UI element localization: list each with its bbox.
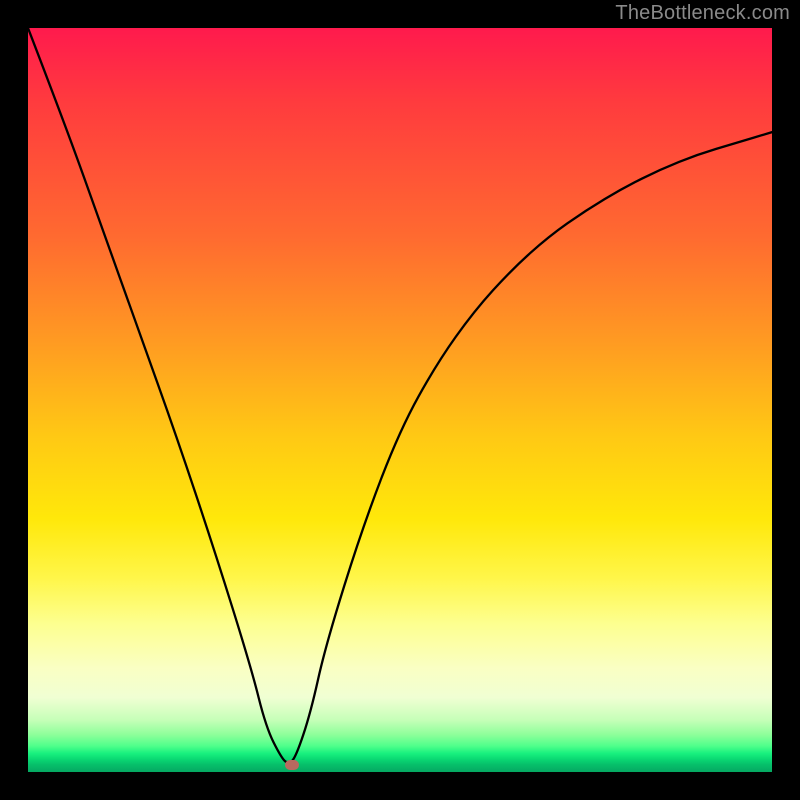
bottleneck-curve <box>28 28 772 763</box>
optimum-marker <box>285 760 299 770</box>
chart-frame: TheBottleneck.com <box>0 0 800 800</box>
curve-layer <box>28 28 772 772</box>
plot-area <box>28 28 772 772</box>
watermark-text: TheBottleneck.com <box>615 2 790 25</box>
